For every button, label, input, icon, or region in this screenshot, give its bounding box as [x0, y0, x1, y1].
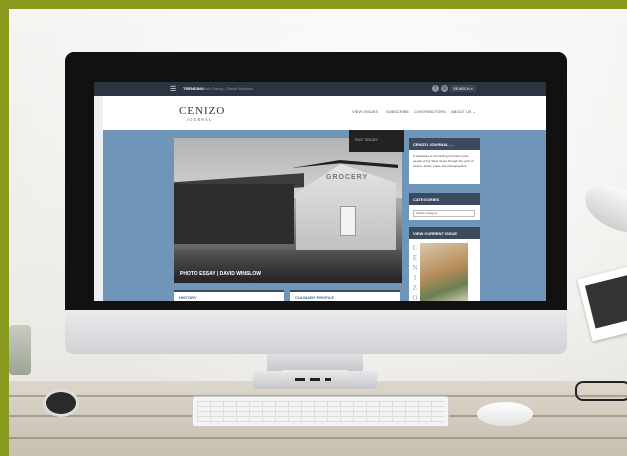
sidebar-about-header: CENIZO JOURNAL ...	[409, 138, 480, 150]
sidebar-issue-header: VIEW CURRENT ISSUE	[409, 227, 480, 239]
cover-letter: O	[412, 294, 418, 301]
nav-dropdown: PAST ISSUES	[349, 130, 404, 152]
usb-c-port	[325, 378, 331, 381]
card-history[interactable]: HISTORY	[174, 290, 284, 301]
card-culinary-title: CULINARY PROFILE	[295, 295, 334, 300]
dropdown-past-issues[interactable]: PAST ISSUES	[355, 138, 378, 142]
usb-port	[295, 378, 305, 381]
browser-left-strip	[94, 96, 103, 301]
monitor-screen: ☰ TRENDING Photo Essay | David Winslow f…	[94, 82, 546, 301]
nav-view-issues[interactable]: VIEW ISSUES	[352, 109, 378, 114]
current-issue-cover[interactable]	[420, 243, 468, 301]
cover-letter: C	[412, 244, 418, 252]
card-culinary-profile[interactable]: CULINARY PROFILE	[290, 290, 400, 301]
photo-shed	[174, 184, 294, 244]
search-icon: ⌕	[470, 86, 474, 91]
cover-letter: N	[412, 264, 418, 272]
site-logo[interactable]: CENIZO	[179, 105, 225, 117]
search-label: SEARCH	[453, 86, 470, 91]
photo-window	[340, 206, 356, 236]
card-history-title: HISTORY	[179, 295, 197, 300]
usb-hub	[281, 370, 349, 387]
cover-letter: I	[413, 274, 417, 282]
plant-pot	[9, 325, 31, 375]
sidebar-about-box: is dedicated to chronicling the history …	[409, 150, 480, 184]
nav-contributors[interactable]: CONTRIBUTORS	[414, 109, 446, 114]
category-select[interactable]: Select Category	[413, 210, 475, 217]
cover-letter: Z	[412, 284, 418, 292]
desk-scene: ☰ TRENDING Photo Essay | David Winslow f…	[9, 9, 627, 456]
sidebar-categories-header: CATEGORIES	[409, 193, 480, 205]
usb-port	[310, 378, 320, 381]
cover-title-letters: C E N I Z O	[412, 243, 418, 301]
menu-icon[interactable]: ☰	[170, 85, 176, 93]
keyboard	[192, 396, 449, 427]
wristwatch	[43, 389, 79, 417]
monitor-chin	[65, 310, 567, 354]
photo-ground	[174, 250, 402, 283]
site-top-bar: ☰ TRENDING Photo Essay | David Winslow f…	[94, 82, 546, 96]
site-header: CENIZO JOURNAL VIEW ISSUES SUBSCRIBE CON…	[103, 96, 546, 130]
sidebar-about-title: CENIZO JOURNAL ...	[413, 142, 453, 147]
hero-photo[interactable]: GROCERY PHOTO ESSAY | DAVID WINSLOW	[174, 138, 402, 283]
sidebar-about-text: is dedicated to chronicling the history …	[413, 154, 474, 168]
mouse	[477, 402, 533, 426]
trending-link[interactable]: Photo Essay | David Winslow	[201, 86, 253, 91]
nav-about-us[interactable]: ABOUT US ⌄	[451, 109, 476, 114]
search-button[interactable]: SEARCH ⌕	[450, 85, 477, 92]
photo-print-image	[584, 274, 627, 329]
site-logo-subtitle: JOURNAL	[187, 117, 213, 122]
eyeglasses	[575, 381, 627, 401]
instagram-icon[interactable]: ◎	[441, 85, 448, 92]
sidebar-issue-title: VIEW CURRENT ISSUE	[413, 231, 458, 236]
hero-caption[interactable]: PHOTO ESSAY | DAVID WINSLOW	[180, 271, 261, 277]
chevron-down-icon: ⌄	[472, 109, 476, 114]
nav-about-us-label: ABOUT US	[451, 109, 472, 114]
facebook-icon[interactable]: f	[432, 85, 439, 92]
keyboard-keys	[197, 401, 444, 422]
sidebar-categories-box: Select Category	[409, 205, 480, 220]
desk-plank-line	[9, 437, 627, 439]
photo-grocery-sign: GROCERY	[326, 174, 369, 181]
cover-letter: E	[412, 254, 418, 262]
sidebar-categories-title: CATEGORIES	[413, 197, 440, 202]
nav-subscribe[interactable]: SUBSCRIBE	[386, 109, 409, 114]
sidebar-issue-box: C E N I Z O	[409, 239, 480, 301]
